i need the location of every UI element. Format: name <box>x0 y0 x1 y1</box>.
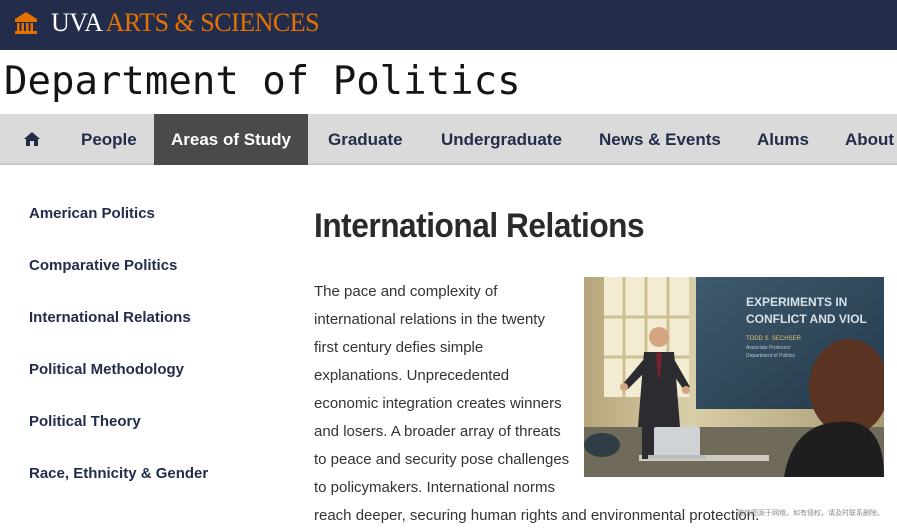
paragraph-line: to policymakers. International norms <box>314 479 555 496</box>
department-title[interactable]: Department of Politics <box>4 58 521 106</box>
sidebar-item-american-politics[interactable]: American Politics <box>29 204 155 224</box>
brand-uva: UVA <box>51 8 102 37</box>
nav-item-news-events[interactable]: News & Events <box>599 114 721 165</box>
screen-speaker-name: TODD S. SECHSER <box>746 336 802 342</box>
rotunda-icon[interactable] <box>13 9 39 35</box>
nav-item-undergraduate[interactable]: Undergraduate <box>441 114 562 165</box>
nav-item-graduate[interactable]: Graduate <box>328 114 403 165</box>
screen-speaker-role: Associate Professor <box>746 345 791 351</box>
lecture-photo-illustration: EXPERIMENTS IN CONFLICT AND VIOL TODD S.… <box>584 277 884 477</box>
sidebar-item-race-ethnicity-gender[interactable]: Race, Ethnicity & Gender <box>29 464 208 484</box>
sidebar-item-international-relations[interactable]: International Relations <box>29 308 191 328</box>
screen-speaker-dept: Department of Politics <box>746 353 795 359</box>
brand-arts-sciences: ARTS & SCIENCES <box>105 8 320 37</box>
brand-wordmark[interactable]: UVA ARTS & SCIENCES <box>51 8 320 38</box>
lecture-photo: EXPERIMENTS IN CONFLICT AND VIOL TODD S.… <box>584 277 884 477</box>
sidebar-item-political-theory[interactable]: Political Theory <box>29 412 141 432</box>
nav-item-alums[interactable]: Alums <box>757 114 809 165</box>
nav-item-people[interactable]: People <box>81 114 137 165</box>
screen-title-line-2: CONFLICT AND VIOL <box>746 312 867 326</box>
screen-title-line-1: EXPERIMENTS IN <box>746 295 847 309</box>
paragraph-line: reach deeper, securing human rights and … <box>314 507 760 524</box>
nav-item-areas-of-study[interactable]: Areas of Study <box>154 114 308 165</box>
page-title: International Relations <box>314 207 645 245</box>
watermark-text: 微信图源于网络，如有侵权，请及时联系删除。 <box>737 510 884 517</box>
sidebar-item-comparative-politics[interactable]: Comparative Politics <box>29 256 177 276</box>
nav-home[interactable] <box>0 114 64 165</box>
home-icon <box>24 132 40 146</box>
nav-item-about[interactable]: About <box>845 114 894 165</box>
main-nav: People Areas of Study Graduate Undergrad… <box>0 114 897 165</box>
sidebar-item-political-methodology[interactable]: Political Methodology <box>29 360 184 380</box>
university-brand-bar: UVA ARTS & SCIENCES <box>0 0 897 50</box>
